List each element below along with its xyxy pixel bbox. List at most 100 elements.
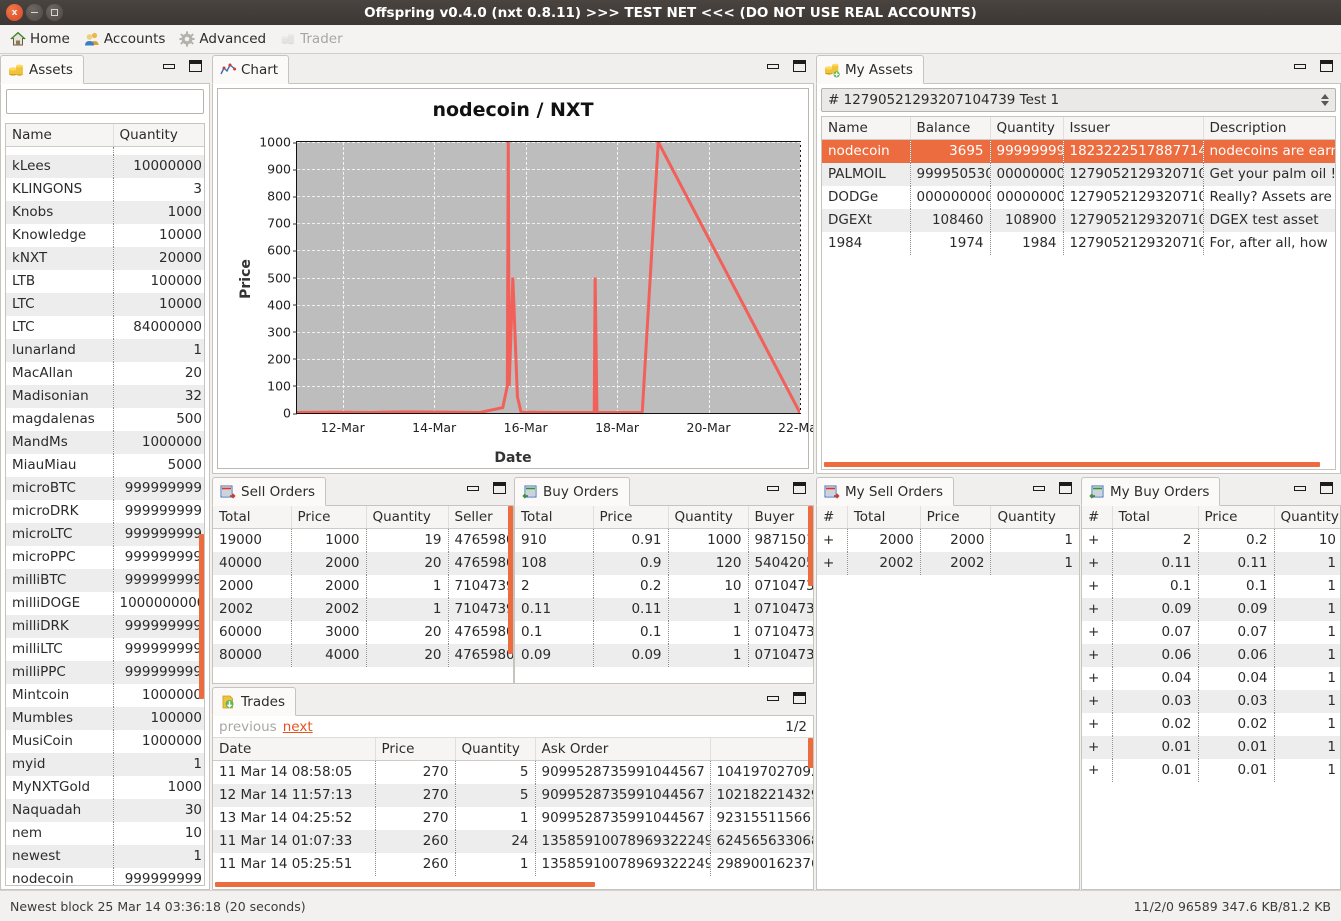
sell-orders-col-price[interactable]: Price <box>291 506 367 529</box>
my-buy-order-row[interactable]: +0.01 0.01 1 <box>1082 735 1340 759</box>
my-assets-panel-minimize-icon[interactable] <box>1294 63 1306 69</box>
trade-row[interactable]: 11 Mar 14 08:58:05 270 5 909952873599104456… <box>213 760 813 784</box>
assets-row[interactable]: Knobs 1000 <box>6 200 204 224</box>
my-sell-orders-col-quantity[interactable]: Quantity <box>990 506 1079 529</box>
tab-buy-orders[interactable]: Buy Orders <box>514 477 630 506</box>
assets-row[interactable]: microDRK 999999999 <box>6 499 204 523</box>
sell-orders-panel-maximize-icon[interactable] <box>493 482 506 494</box>
sell-orders-panel-minimize-icon[interactable] <box>467 485 479 491</box>
sell-order-row[interactable]: 2000 2000 1 7104739 <box>213 574 513 598</box>
assets-row[interactable]: Naquadah 30 <box>6 798 204 822</box>
my-assets-col-name[interactable]: Name <box>822 117 911 140</box>
my-buy-orders-col-total[interactable]: Total <box>1112 506 1199 529</box>
account-selector-spinner[interactable] <box>1321 94 1329 106</box>
assets-row[interactable]: myid 1 <box>6 752 204 776</box>
assets-col-name[interactable]: Name <box>6 124 114 147</box>
my-buy-order-row[interactable]: +0.1 0.1 1 <box>1082 574 1340 598</box>
account-selector[interactable]: # 12790521293207104739 Test 1 <box>821 88 1336 112</box>
buy-orders-col-price[interactable]: Price <box>593 506 669 529</box>
assets-row[interactable]: kNXT 20000 <box>6 246 204 270</box>
my-buy-order-row[interactable]: +0.03 0.03 1 <box>1082 689 1340 713</box>
my-buy-order-row[interactable]: +0.11 0.11 1 <box>1082 551 1340 575</box>
trades-previous-link[interactable]: previous <box>219 719 277 735</box>
tab-chart[interactable]: Chart <box>212 55 290 84</box>
trades-horizontal-scrollbar[interactable] <box>215 882 595 887</box>
my-sell-orders-col-mark[interactable]: # <box>817 506 848 529</box>
trades-col-date[interactable]: Date <box>213 738 376 761</box>
my-buy-order-row[interactable]: +0.04 0.04 1 <box>1082 666 1340 690</box>
my-buy-order-row[interactable]: +0.06 0.06 1 <box>1082 643 1340 667</box>
my-assets-col-quantity[interactable]: Quantity <box>990 117 1064 140</box>
my-assets-horizontal-scrollbar[interactable] <box>824 462 1320 467</box>
my-assets-col-issuer[interactable]: Issuer <box>1063 117 1204 140</box>
my-buy-orders-panel-maximize-icon[interactable] <box>1320 482 1333 494</box>
assets-search-input[interactable] <box>6 89 204 114</box>
window-minimize-button[interactable] <box>26 4 43 21</box>
tab-my-buy-orders[interactable]: My Buy Orders <box>1081 477 1221 506</box>
assets-row[interactable]: MusiCoin 1000000 <box>6 729 204 753</box>
buy-orders-col-total[interactable]: Total <box>515 506 594 529</box>
sell-orders-vertical-scrollbar[interactable] <box>508 506 513 654</box>
my-buy-order-row[interactable]: +2 0.2 10 <box>1082 528 1340 552</box>
assets-row[interactable]: microLTC 999999999 <box>6 522 204 546</box>
my-buy-orders-col-price[interactable]: Price <box>1198 506 1275 529</box>
assets-row[interactable]: MiauMiau 5000 <box>6 453 204 477</box>
trades-col-ask-order[interactable]: Ask Order <box>535 738 711 761</box>
my-buy-orders-table-container[interactable]: # Total Price Quantity +2 0.2 10 +0.11 0.11 1… <box>1082 506 1340 889</box>
sell-order-row[interactable]: 19000 1000 19 4765980 <box>213 528 513 552</box>
trades-panel-minimize-icon[interactable] <box>767 695 779 701</box>
my-buy-order-row[interactable]: +0.07 0.07 1 <box>1082 620 1340 644</box>
buy-orders-panel-minimize-icon[interactable] <box>767 485 779 491</box>
my-buy-order-row[interactable]: +0.09 0.09 1 <box>1082 597 1340 621</box>
trades-vertical-scrollbar[interactable] <box>808 738 813 768</box>
trade-row[interactable]: 12 Mar 14 11:57:13 270 5 909952873599104456… <box>213 783 813 807</box>
chart-panel-maximize-icon[interactable] <box>793 60 806 72</box>
my-sell-orders-panel-minimize-icon[interactable] <box>1033 485 1045 491</box>
my-assets-row[interactable]: DGEXt 108460 108900 1279052129320710 DGEX te… <box>822 208 1335 232</box>
my-sell-order-row[interactable]: +2002 2002 1 <box>817 551 1079 575</box>
my-sell-orders-panel-maximize-icon[interactable] <box>1059 482 1072 494</box>
assets-panel-minimize-icon[interactable] <box>163 63 175 69</box>
buy-order-row[interactable]: 0.10.1107104739 <box>515 620 813 644</box>
sell-orders-col-seller[interactable]: Seller <box>448 506 513 529</box>
sell-order-row[interactable]: 60000 3000 20 4765980 <box>213 620 513 644</box>
my-assets-panel-maximize-icon[interactable] <box>1320 60 1333 72</box>
assets-vertical-scrollbar[interactable] <box>199 534 204 699</box>
my-sell-orders-col-price[interactable]: Price <box>920 506 992 529</box>
tab-my-sell-orders[interactable]: My Sell Orders <box>816 477 954 506</box>
trade-row[interactable]: 11 Mar 14 05:25:51 260 1 135859100789693222… <box>213 852 813 876</box>
assets-row[interactable]: LTB 100000 <box>6 269 204 293</box>
assets-row[interactable]: milliDRK 999999999 <box>6 614 204 638</box>
sell-orders-table-container[interactable]: Total Price Quantity Seller 19000 1000 19 4… <box>213 506 513 683</box>
assets-row[interactable]: milliPPC 999999999 <box>6 660 204 684</box>
sell-order-row[interactable]: 80000 4000 20 4765980 <box>213 643 513 667</box>
buy-order-row[interactable]: 9100.911000 98715016 <box>515 528 813 552</box>
assets-row[interactable]: newest 1 <box>6 844 204 868</box>
assets-row[interactable]: Madisonian 32 <box>6 384 204 408</box>
assets-row[interactable]: nodecoin 999999999 <box>6 867 204 885</box>
tab-sell-orders[interactable]: Sell Orders <box>212 477 327 506</box>
menu-item-trader[interactable]: Trader <box>276 29 351 49</box>
assets-row[interactable]: kLees 10000000 <box>6 154 204 178</box>
my-assets-row[interactable]: 1984 1974 1984 1279052129320710 For, after a… <box>822 231 1335 255</box>
assets-row[interactable]: MandMs 1000000 <box>6 430 204 454</box>
trades-next-link[interactable]: next <box>283 719 313 735</box>
assets-row[interactable]: milliBTC 999999999 <box>6 568 204 592</box>
my-buy-orders-panel-minimize-icon[interactable] <box>1294 485 1306 491</box>
my-buy-orders-col-mark[interactable]: # <box>1082 506 1113 529</box>
assets-row[interactable]: Mintcoin 1000000 <box>6 683 204 707</box>
my-assets-col-description[interactable]: Description <box>1203 117 1335 140</box>
assets-row[interactable]: microPPC 999999999 <box>6 545 204 569</box>
trades-table-container[interactable]: Date Price Quantity Ask Order 11 Mar 14 … <box>213 738 813 889</box>
menu-item-accounts[interactable]: Accounts <box>80 29 174 49</box>
my-sell-order-row[interactable]: +2000 2000 1 <box>817 528 1079 552</box>
buy-order-row[interactable]: 0.110.11107104739 <box>515 597 813 621</box>
assets-panel-maximize-icon[interactable] <box>189 60 202 72</box>
my-sell-orders-col-total[interactable]: Total <box>847 506 921 529</box>
assets-row[interactable]: Mumbles 100000 <box>6 706 204 730</box>
assets-row[interactable]: MacAllan 20 <box>6 361 204 385</box>
trades-col-bid-order[interactable] <box>710 738 813 761</box>
trade-row[interactable]: 13 Mar 14 04:25:52 270 1 909952873599104456… <box>213 806 813 830</box>
sell-orders-col-quantity[interactable]: Quantity <box>366 506 449 529</box>
buy-order-row[interactable]: 20.210 07104739 <box>515 574 813 598</box>
